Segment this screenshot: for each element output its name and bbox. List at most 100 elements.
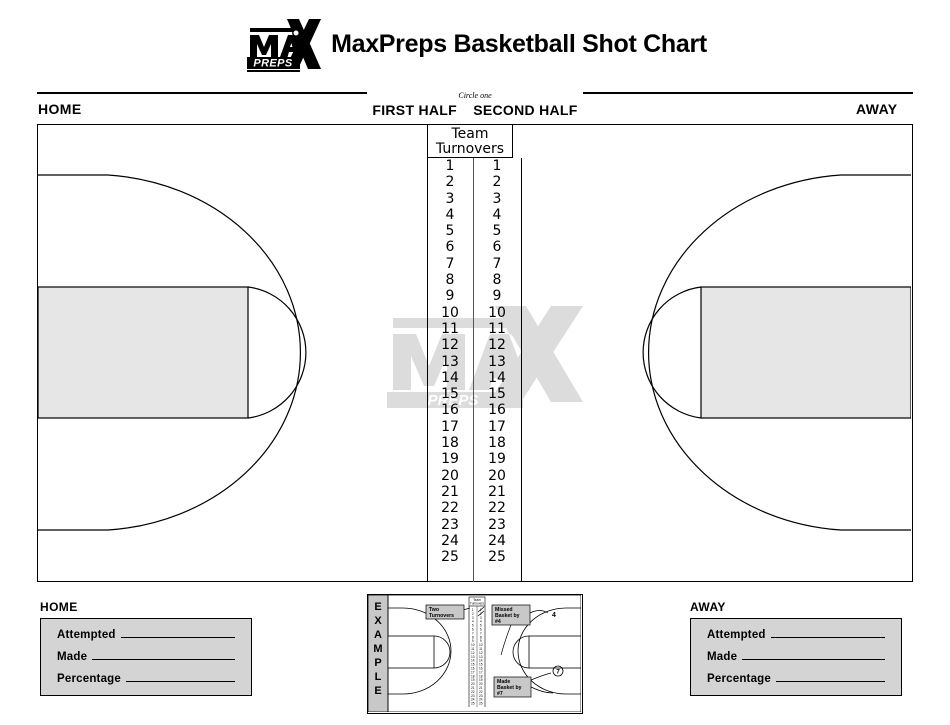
turnover-number[interactable]: 4 [474, 207, 520, 223]
turnover-number[interactable]: 16 [474, 402, 520, 418]
turnover-number[interactable]: 14 [474, 370, 520, 386]
team-turnovers-heading: Team Turnovers [427, 124, 513, 158]
team-turnovers-heading-line2: Turnovers [435, 141, 505, 157]
turnover-number[interactable]: 7 [474, 256, 520, 272]
turnover-number[interactable]: 15 [474, 386, 520, 402]
turnover-number[interactable]: 16 [427, 402, 473, 418]
turnover-number[interactable]: 4 [427, 207, 473, 223]
half-selector: FIRST HALF SECOND HALF [0, 102, 950, 118]
turnover-number[interactable]: 13 [427, 354, 473, 370]
turnover-number[interactable]: 20 [427, 468, 473, 484]
home-made-row: Made [57, 650, 251, 663]
away-attempted-label: Attempted [707, 629, 766, 641]
turnover-number[interactable]: 2 [474, 174, 520, 190]
turnover-number[interactable]: 10 [474, 305, 520, 321]
home-made-input[interactable] [92, 650, 235, 660]
turnover-number[interactable]: 20 [474, 468, 520, 484]
home-percentage-label: Percentage [57, 673, 122, 685]
maxpreps-logo-icon: PREPS [243, 15, 322, 73]
example-two-turnovers-line2: Turnovers [429, 613, 454, 619]
turnover-number[interactable]: 3 [427, 191, 473, 207]
away-stats-title: AWAY [690, 600, 726, 614]
turnover-number[interactable]: 15 [427, 386, 473, 402]
turnover-number[interactable]: 25 [474, 549, 520, 565]
turnover-number[interactable]: 9 [427, 288, 473, 304]
away-attempted-row: Attempted [707, 628, 901, 641]
turnover-number[interactable]: 8 [427, 272, 473, 288]
turnover-number[interactable]: 19 [474, 451, 520, 467]
away-made-input[interactable] [742, 650, 885, 660]
turnover-number[interactable]: 21 [427, 484, 473, 500]
turnover-number[interactable]: 11 [474, 321, 520, 337]
turnover-number[interactable]: 6 [474, 239, 520, 255]
team-turnovers-panel[interactable]: Team Turnovers 1 2 3 4 5 6 7 8 9 10 11 12 13 14 15 16 17… [427, 124, 523, 582]
turnover-number[interactable]: 12 [474, 337, 520, 353]
turnover-number[interactable]: 22 [427, 500, 473, 516]
turnover-number[interactable]: 1 [474, 158, 520, 174]
turnover-number[interactable]: 17 [474, 419, 520, 435]
turnover-number[interactable]: 10 [427, 305, 473, 321]
turnover-number[interactable]: 21 [474, 484, 520, 500]
home-made-label: Made [57, 651, 88, 663]
page-header: PREPS MaxPreps Basketball Shot Chart [0, 14, 950, 74]
away-made-label: Made [707, 651, 738, 663]
first-half-option[interactable]: FIRST HALF [372, 102, 457, 118]
away-percentage-input[interactable] [776, 672, 885, 682]
second-half-option[interactable]: SECOND HALF [473, 102, 577, 118]
page-title: MaxPreps Basketball Shot Chart [331, 29, 707, 58]
home-percentage-input[interactable] [126, 672, 235, 682]
turnover-number[interactable]: 3 [474, 191, 520, 207]
example-diagram: EXAMPLE Team Turnovers 11223344556677889… [367, 594, 583, 714]
away-percentage-label: Percentage [707, 673, 772, 685]
turnover-number[interactable]: 1 [427, 158, 473, 174]
turnover-divider-right [521, 158, 522, 582]
turnover-number[interactable]: 11 [427, 321, 473, 337]
turnover-number[interactable]: 8 [474, 272, 520, 288]
home-attempted-row: Attempted [57, 628, 251, 641]
away-stats-block: AWAY Attempted Made Percentage [690, 600, 902, 696]
turnover-column-right[interactable]: 1 2 3 4 5 6 7 8 9 10 11 12 13 14 15 16 17 18 19 20 21 22 23 24 2… [474, 158, 520, 565]
turnover-number[interactable]: 18 [474, 435, 520, 451]
turnover-number[interactable]: 2 [427, 174, 473, 190]
team-turnovers-columns: 1 2 3 4 5 6 7 8 9 10 11 12 13 14 15 16 17 18 19 20 21 22 23 24 2… [427, 158, 523, 582]
example-missed-line3: #4 [495, 619, 501, 625]
turnover-number[interactable]: 22 [474, 500, 520, 516]
turnover-number[interactable]: 5 [474, 223, 520, 239]
turnover-number[interactable]: 6 [427, 239, 473, 255]
home-percentage-row: Percentage [57, 672, 251, 685]
svg-text:Turnovers: Turnovers [470, 602, 485, 606]
home-attempted-label: Attempted [57, 629, 116, 641]
turnover-number[interactable]: 7 [427, 256, 473, 272]
svg-text:EXAMPLE: EXAMPLE [373, 601, 382, 697]
turnover-column-left[interactable]: 1 2 3 4 5 6 7 8 9 10 11 12 13 14 15 16 17 18 19 20 21 22 23 24 2… [427, 158, 473, 565]
turnover-number[interactable]: 9 [474, 288, 520, 304]
svg-text:PREPS: PREPS [253, 58, 293, 70]
home-stats-title: HOME [40, 600, 78, 614]
home-attempted-input[interactable] [120, 628, 235, 638]
example-made-mark: 7 [556, 669, 560, 676]
home-stats-block: HOME Attempted Made Percentage [40, 600, 252, 696]
turnover-number[interactable]: 25 [427, 549, 473, 565]
team-turnovers-heading-line1: Team [451, 126, 489, 142]
turnover-number[interactable]: 14 [427, 370, 473, 386]
turnover-number[interactable]: 18 [427, 435, 473, 451]
example-made-line3: #7 [497, 691, 503, 697]
example-missed-mark: 4 [552, 612, 556, 619]
turnover-number[interactable]: 24 [474, 533, 520, 549]
away-stats-box[interactable]: Attempted Made Percentage [690, 618, 902, 696]
turnover-number[interactable]: 23 [427, 517, 473, 533]
away-made-row: Made [707, 650, 901, 663]
turnover-number[interactable]: 13 [474, 354, 520, 370]
turnover-number[interactable]: 5 [427, 223, 473, 239]
away-attempted-input[interactable] [770, 628, 885, 638]
away-percentage-row: Percentage [707, 672, 901, 685]
svg-text:25: 25 [471, 702, 475, 706]
svg-text:25: 25 [479, 702, 483, 706]
turnover-number[interactable]: 19 [427, 451, 473, 467]
turnover-number[interactable]: 12 [427, 337, 473, 353]
home-stats-box[interactable]: Attempted Made Percentage [40, 618, 252, 696]
turnover-number[interactable]: 24 [427, 533, 473, 549]
circle-one-instruction: Circle one [458, 91, 492, 100]
turnover-number[interactable]: 17 [427, 419, 473, 435]
turnover-number[interactable]: 23 [474, 517, 520, 533]
